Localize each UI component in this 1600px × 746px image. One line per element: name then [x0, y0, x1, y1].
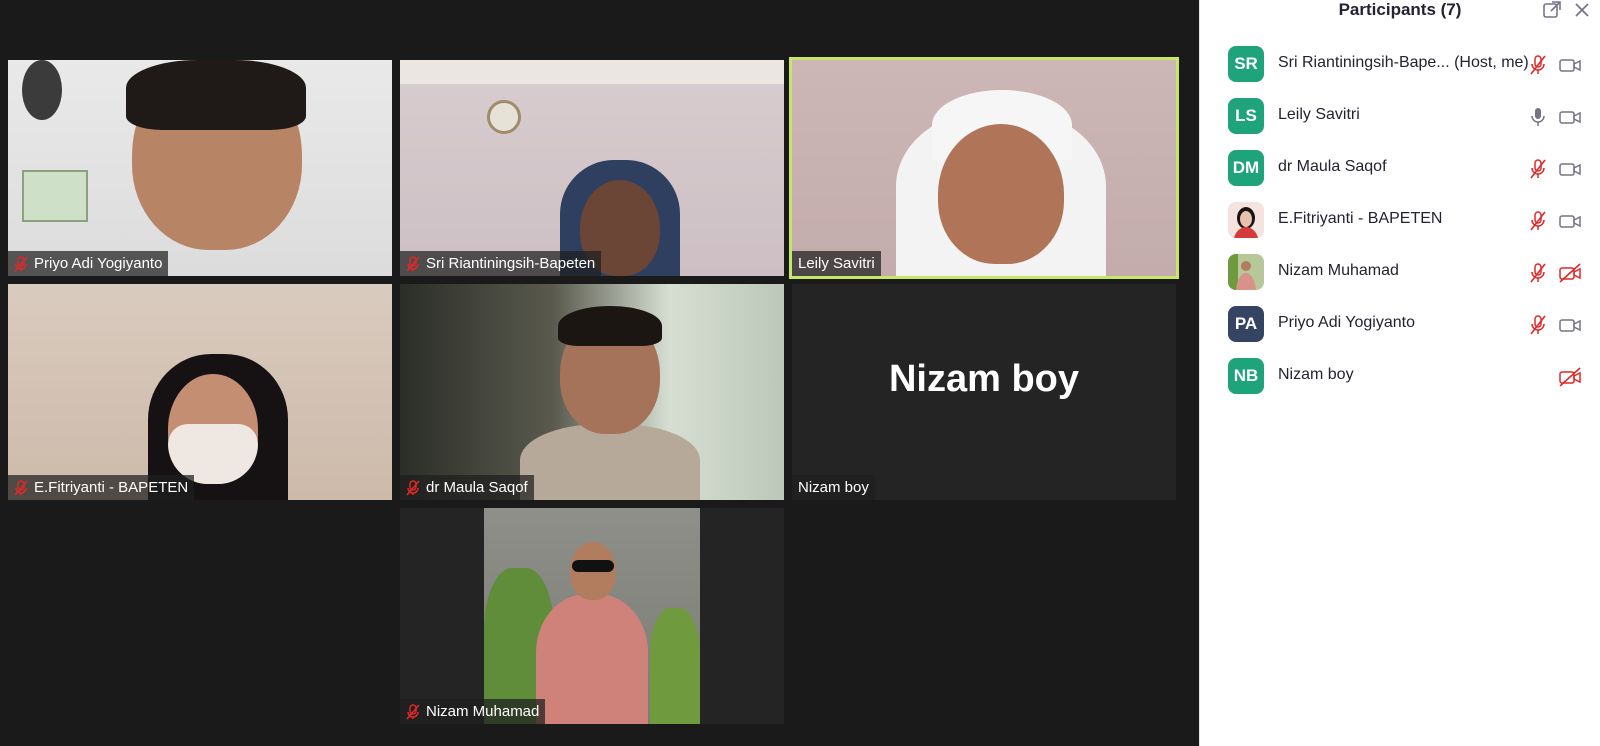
mic-icon[interactable] [1527, 106, 1549, 128]
video-gallery: Priyo Adi Yogiyanto Sri Riantiningsih-Ba… [0, 0, 1199, 746]
mic-muted-icon [406, 703, 420, 720]
mic-muted-icon[interactable] [1527, 262, 1549, 284]
participant-row[interactable]: LS Leily Savitri [1200, 98, 1600, 150]
participant-name: Priyo Adi Yogiyanto [1278, 314, 1415, 331]
name-tag: dr Maula Saqof [400, 475, 534, 500]
participant-row[interactable]: Nizam Muhamad [1200, 254, 1600, 306]
popout-icon[interactable] [1542, 0, 1562, 20]
avatar: SR [1228, 46, 1264, 82]
person-hair [558, 306, 662, 346]
participant-row[interactable]: PA Priyo Adi Yogiyanto [1200, 306, 1600, 358]
mic-muted-icon [406, 479, 420, 496]
participant-name: Nizam boy [798, 479, 869, 496]
video-feed [8, 60, 392, 276]
avatar-photo [1228, 254, 1264, 290]
name-tag: Leily Savitri [792, 251, 881, 276]
video-tile-fitriyanti[interactable]: E.Fitriyanti - BAPETEN [8, 284, 392, 500]
participants-header: Participants (7) [1200, 0, 1600, 30]
video-feed [792, 60, 1176, 276]
video-tile-priyo[interactable]: Priyo Adi Yogiyanto [8, 60, 392, 276]
camera-off-icon[interactable] [1558, 262, 1582, 284]
video-off-name: Nizam boy [888, 358, 1080, 400]
camera-icon[interactable] [1558, 158, 1582, 180]
participant-name: Sri Riantiningsih-Bapeten [426, 255, 596, 272]
participant-name: Nizam boy [1278, 366, 1354, 383]
camera-off-icon[interactable] [1558, 366, 1582, 388]
mic-muted-icon[interactable] [1527, 210, 1549, 232]
avatar: NB [1228, 358, 1264, 394]
avatar-photo [1228, 202, 1264, 238]
video-feed [484, 508, 700, 724]
mic-muted-icon[interactable] [1527, 158, 1549, 180]
video-tile-maula[interactable]: dr Maula Saqof [400, 284, 784, 500]
mic-muted-icon [14, 479, 28, 496]
participant-name: Nizam Muhamad [1278, 262, 1399, 279]
sunglasses [572, 560, 614, 572]
avatar: DM [1228, 150, 1264, 186]
participants-panel: Participants (7) SR Sri Riantiningsih-Ba… [1199, 0, 1600, 746]
participant-name: dr Maula Saqof [1278, 158, 1387, 175]
mic-muted-icon [406, 255, 420, 272]
participant-name: Sri Riantiningsih-Bape... (Host, me) [1278, 54, 1529, 71]
mic-muted-icon[interactable] [1527, 54, 1549, 76]
participant-name: Leily Savitri [798, 255, 875, 272]
wall-fan [22, 60, 62, 120]
camera-icon[interactable] [1558, 106, 1582, 128]
camera-icon[interactable] [1558, 54, 1582, 76]
avatar: LS [1228, 98, 1264, 134]
participant-row[interactable]: SR Sri Riantiningsih-Bape... (Host, me) [1200, 46, 1600, 98]
wall-calendar [22, 170, 88, 222]
participant-name: E.Fitriyanti - BAPETEN [34, 479, 189, 496]
wall-clock [487, 100, 521, 134]
name-tag: Sri Riantiningsih-Bapeten [400, 251, 602, 276]
participant-name: dr Maula Saqof [426, 479, 528, 496]
mic-muted-icon[interactable] [1527, 314, 1549, 336]
video-feed [8, 284, 392, 500]
avatar-photo-icon [1228, 254, 1264, 290]
video-tile-nizam-muhamad[interactable]: Nizam Muhamad [400, 508, 784, 724]
participant-name: Priyo Adi Yogiyanto [34, 255, 163, 272]
name-tag: Nizam Muhamad [400, 699, 546, 724]
participant-name: Nizam Muhamad [426, 703, 540, 720]
avatar: PA [1228, 306, 1264, 342]
name-tag: E.Fitriyanti - BAPETEN [8, 475, 195, 500]
close-icon[interactable] [1572, 0, 1592, 20]
participant-list: SR Sri Riantiningsih-Bape... (Host, me) … [1200, 46, 1600, 410]
mic-muted-icon [14, 255, 28, 272]
participant-row[interactable]: DM dr Maula Saqof [1200, 150, 1600, 202]
video-tile-nizam-boy[interactable]: Nizam boy Nizam boy [792, 284, 1176, 500]
person-face [938, 124, 1064, 264]
video-feed [400, 60, 784, 276]
avatar-photo-icon [1228, 202, 1264, 238]
person-shirt [520, 424, 700, 500]
ceiling [400, 60, 784, 84]
participant-name: E.Fitriyanti - BAPETEN [1278, 210, 1443, 227]
name-tag: Nizam boy [792, 475, 875, 500]
camera-icon[interactable] [1558, 314, 1582, 336]
video-tile-leily[interactable]: Leily Savitri [789, 57, 1179, 279]
plant-right [650, 608, 700, 724]
name-tag: Priyo Adi Yogiyanto [8, 251, 169, 276]
person-hair [126, 60, 306, 130]
video-tile-sri[interactable]: Sri Riantiningsih-Bapeten [400, 60, 784, 276]
participant-row[interactable]: NB Nizam boy [1200, 358, 1600, 410]
video-feed [400, 284, 784, 500]
participants-title: Participants (7) [1338, 0, 1462, 19]
camera-icon[interactable] [1558, 210, 1582, 232]
participant-row[interactable]: E.Fitriyanti - BAPETEN [1200, 202, 1600, 254]
person-shirt [536, 594, 648, 724]
participant-name: Leily Savitri [1278, 106, 1360, 123]
